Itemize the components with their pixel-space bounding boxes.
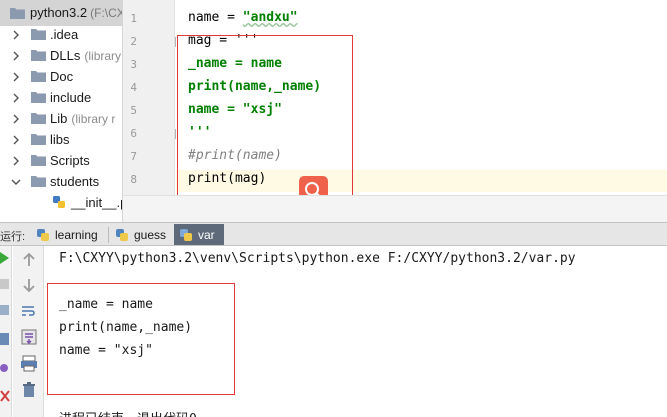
tree-item-students[interactable]: students [0,171,122,192]
line-number: 5 [130,104,137,117]
tree-item-label: Doc [50,69,74,84]
console-command: F:\CXYY\python3.2\venv\Scripts\python.ex… [59,251,576,266]
folder-icon [31,134,46,145]
tree-item-include[interactable]: include [0,87,122,108]
tab-label: learning [55,227,98,242]
close-icon[interactable] [0,390,10,402]
line-number: 6 [130,127,137,140]
soft-wrap-icon[interactable] [20,302,38,320]
tree-item-label: Scripts [50,153,90,168]
tree-item-scripts[interactable]: Scripts [0,150,122,171]
project-root-label: python3.2 (F:\CX [30,5,123,20]
chevron-down-icon[interactable] [10,176,22,188]
folder-icon [31,113,46,124]
tree-item-init-file[interactable]: __init__.py [0,192,122,213]
chevron-right-icon[interactable] [10,71,22,83]
chevron-right-icon[interactable] [10,29,22,41]
line-number: 3 [130,58,137,71]
tree-item-libs[interactable]: libs [0,129,122,150]
folder-icon [31,92,46,103]
line-number: 4 [130,81,137,94]
chevron-right-icon[interactable] [10,134,22,146]
tab-label: guess [134,227,167,242]
chevron-right-icon[interactable] [10,155,22,167]
project-tree: python3.2 (F:\CX .idea DLLs (library Doc i… [0,0,123,222]
arrow-down-icon[interactable] [20,276,38,294]
layout-icon[interactable] [0,332,10,346]
arrow-up-icon[interactable] [20,251,38,269]
tab-guess[interactable]: guess [110,224,172,245]
run-toolbar [13,246,44,417]
tab-label: var [198,227,215,242]
tree-item-label: DLLs (library [50,48,122,63]
project-root[interactable]: python3.2 (F:\CX [0,0,123,26]
chevron-right-icon[interactable] [10,113,22,125]
folder-icon [31,50,46,61]
settings-icon[interactable] [0,362,10,374]
line-number: 2 [130,35,137,48]
editor-gutter: 1 2 3 4 5 6 7 8 [123,0,184,195]
scroll-to-end-icon[interactable] [20,328,38,346]
chevron-right-icon[interactable] [10,50,22,62]
tree-item-label: __init__.py [71,195,122,210]
tree-item-idea[interactable]: .idea [0,24,122,45]
tab-learning[interactable]: learning [31,224,105,245]
tree-item-doc[interactable]: Doc [0,66,122,87]
stop-icon[interactable] [0,278,10,290]
folder-icon [31,155,46,166]
run-toolbar-left [0,246,12,417]
line-number: 8 [130,173,137,186]
python-icon [37,228,49,241]
tree-item-label: .idea [50,27,79,42]
folder-icon [10,8,25,19]
line-number: 7 [130,150,137,163]
python-file-icon [53,196,65,208]
step-icon[interactable] [0,304,10,316]
print-icon[interactable] [20,354,38,372]
tree-item-label: libs [50,132,70,147]
python-icon [116,228,128,241]
tree-item-label: Lib (library r [50,111,116,126]
chevron-right-icon[interactable] [10,92,22,104]
tree-item-label: include [50,90,92,105]
tab-separator [108,227,109,243]
run-tab-bar: 运行: learning guess var [0,222,667,246]
trash-icon[interactable] [20,380,38,398]
tab-var[interactable]: var [174,224,224,245]
run-label: 运行: [0,231,26,243]
annotation-box [177,35,353,196]
tree-item-dlls[interactable]: DLLs (library [0,45,122,66]
folder-icon [31,71,46,82]
rerun-icon[interactable] [0,252,10,264]
editor-bottom-bar [123,195,667,222]
tree-item-label: students [50,174,100,189]
tree-item-lib[interactable]: Lib (library r [0,108,122,129]
annotation-box [47,283,235,395]
python-icon [180,228,192,241]
console-exit-message: 进程已结束，退出代码0 [59,408,197,417]
folder-icon [31,176,46,187]
folder-icon [31,29,46,40]
code-line-1[interactable]: name = "andxu" [188,10,298,25]
line-number: 1 [130,12,137,25]
